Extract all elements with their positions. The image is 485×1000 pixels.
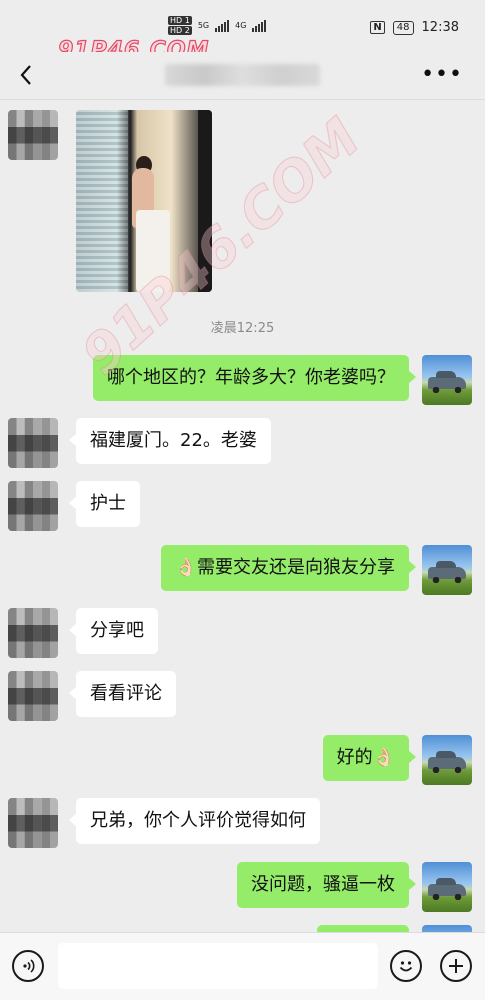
message-input[interactable] [58,943,378,989]
user-avatar[interactable] [422,735,472,785]
user-avatar[interactable] [422,925,472,932]
clock: 12:38 [421,20,459,35]
chat-header: ••• [0,52,485,100]
network2-label: 4G [235,21,247,30]
nfc-icon: N [370,21,385,34]
battery-icon: 48 [392,20,414,35]
contact-avatar[interactable] [8,481,58,531]
signal-bars-icon [215,19,230,32]
sent-message[interactable]: 没问题，骚逼一枚 [237,862,416,908]
contact-avatar[interactable] [8,798,58,848]
sim2-label: HD 2 [168,26,192,35]
received-message[interactable]: 护士 [69,481,140,527]
back-button[interactable] [12,60,42,90]
message-timestamp: 凌晨12:25 [210,321,275,336]
signal-indicators: HD 1 HD 2 5G 4G [168,16,267,35]
plus-icon [449,959,463,973]
voice-button[interactable] [12,950,44,982]
sim1-label: HD 1 [168,16,192,25]
received-message[interactable]: 分享吧 [69,608,158,654]
network1-label: 5G [197,21,210,30]
user-avatar[interactable] [422,545,472,595]
more-dots-icon[interactable]: ••• [421,64,463,86]
message-list[interactable]: 凌晨12:25 哪个地区的？年龄多大？你老婆吗？ 福建厦门。22。老婆 护士 👌… [0,100,485,932]
sent-message[interactable]: 👌🏻需要交友还是向狼友分享 [160,545,417,591]
sent-message-partial[interactable] [317,925,409,932]
received-message[interactable]: 看看评论 [69,671,176,717]
image-message[interactable] [76,110,212,292]
user-avatar[interactable] [422,862,472,912]
car-image [428,371,466,393]
signal-bars-icon-2 [252,19,267,32]
contact-avatar[interactable] [8,110,58,160]
car-image [428,878,466,900]
voice-icon [23,959,35,973]
chat-title-obscured [165,64,320,86]
status-right: N 48 12:38 [370,20,459,35]
contact-avatar[interactable] [8,671,58,721]
emoji-icon [399,961,413,972]
received-message[interactable]: 福建厦门。22。老婆 [69,418,271,464]
car-image [428,561,466,583]
contact-avatar[interactable] [8,608,58,658]
back-arrow-icon [20,65,31,85]
user-avatar[interactable] [422,355,472,405]
sent-message[interactable]: 好的👌🏻 [322,735,417,781]
sent-message[interactable]: 哪个地区的？年龄多大？你老婆吗？ [93,355,416,401]
car-image [428,751,466,773]
received-message[interactable]: 兄弟，你个人评价觉得如何 [69,798,320,844]
plus-button[interactable] [440,950,472,982]
contact-avatar[interactable] [8,418,58,468]
emoji-button[interactable] [390,950,422,982]
input-bar [0,932,485,1000]
